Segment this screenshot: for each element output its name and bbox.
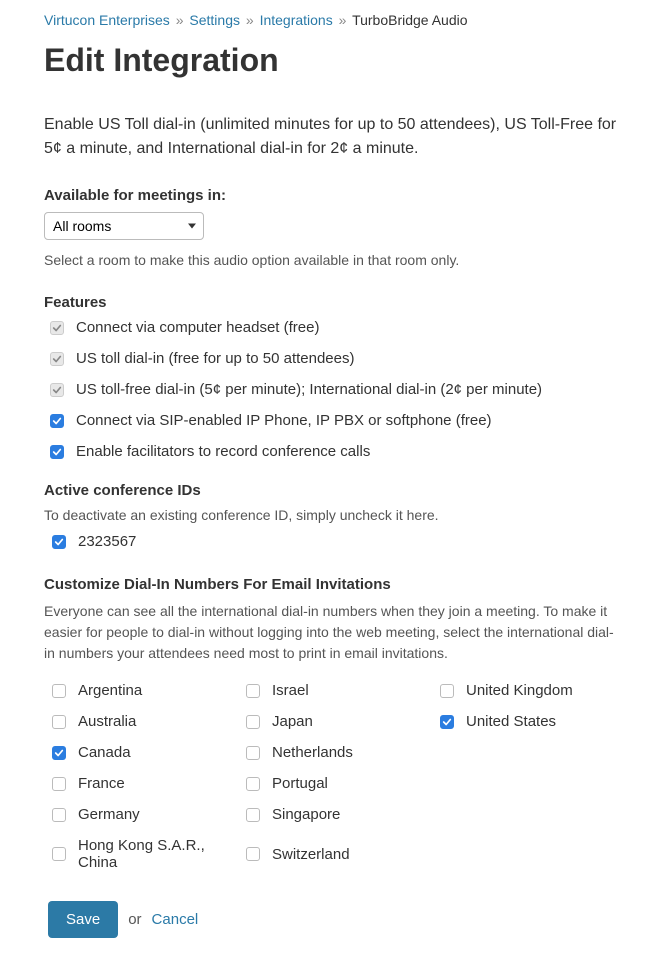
conference-id-row: 2323567 [52,533,624,550]
country-checkbox[interactable] [246,746,260,760]
country-label: Netherlands [272,744,353,761]
country-checkbox[interactable] [246,847,260,861]
feature-label: Connect via computer headset (free) [76,319,319,336]
rooms-select[interactable]: All rooms [44,212,204,240]
feature-checkbox[interactable] [50,321,64,335]
country-row: Germany [52,806,236,823]
country-row: United Kingdom [440,682,624,699]
feature-checkbox[interactable] [50,445,64,459]
country-row: Japan [246,713,430,730]
customize-label: Customize Dial-In Numbers For Email Invi… [44,576,624,593]
cancel-link[interactable]: Cancel [152,911,199,928]
country-checkbox[interactable] [246,808,260,822]
country-checkbox[interactable] [52,808,66,822]
country-checkbox[interactable] [52,777,66,791]
country-checkbox[interactable] [52,746,66,760]
available-label: Available for meetings in: [44,187,624,204]
country-label: United Kingdom [466,682,573,699]
country-checkbox[interactable] [440,715,454,729]
feature-label: Enable facilitators to record conference… [76,443,370,460]
country-row: Switzerland [246,837,430,871]
feature-label: Connect via SIP-enabled IP Phone, IP PBX… [76,412,492,429]
country-checkbox[interactable] [52,684,66,698]
breadcrumb-sep: » [339,12,347,28]
country-checkbox[interactable] [440,684,454,698]
conference-id-checkbox[interactable] [52,535,66,549]
country-row: Netherlands [246,744,430,761]
active-ids-label: Active conference IDs [44,482,624,499]
breadcrumb-settings[interactable]: Settings [189,12,240,28]
breadcrumb-org[interactable]: Virtucon Enterprises [44,12,170,28]
breadcrumb-sep: » [176,12,184,28]
country-label: Germany [78,806,140,823]
or-text: or [128,911,141,928]
feature-label: US toll-free dial-in (5¢ per minute); In… [76,381,542,398]
breadcrumb-current: TurboBridge Audio [352,12,467,28]
breadcrumb-sep: » [246,12,254,28]
country-row: France [52,775,236,792]
country-row: Portugal [246,775,430,792]
country-label: Switzerland [272,846,350,863]
feature-checkbox[interactable] [50,352,64,366]
country-label: United States [466,713,556,730]
feature-checkbox[interactable] [50,383,64,397]
available-helper: Select a room to make this audio option … [44,252,624,268]
feature-row: Enable facilitators to record conference… [50,443,624,460]
country-row: Singapore [246,806,430,823]
save-button[interactable]: Save [48,901,118,938]
country-label: Hong Kong S.A.R., China [78,837,236,871]
country-checkbox[interactable] [246,777,260,791]
country-label: Australia [78,713,136,730]
active-ids-helper: To deactivate an existing conference ID,… [44,507,624,523]
country-label: Canada [78,744,131,761]
customize-helper: Everyone can see all the international d… [44,601,624,664]
country-row: Argentina [52,682,236,699]
country-label: Singapore [272,806,340,823]
country-checkbox[interactable] [52,715,66,729]
feature-row: Connect via SIP-enabled IP Phone, IP PBX… [50,412,624,429]
feature-row: US toll-free dial-in (5¢ per minute); In… [50,381,624,398]
country-row: Australia [52,713,236,730]
country-label: Portugal [272,775,328,792]
feature-label: US toll dial-in (free for up to 50 atten… [76,350,354,367]
country-row: United States [440,713,624,730]
country-label: France [78,775,125,792]
conference-id-label: 2323567 [78,533,136,550]
country-checkbox[interactable] [246,684,260,698]
country-checkbox[interactable] [246,715,260,729]
country-label: Argentina [78,682,142,699]
feature-checkbox[interactable] [50,414,64,428]
feature-row: US toll dial-in (free for up to 50 atten… [50,350,624,367]
country-label: Israel [272,682,309,699]
country-row: Hong Kong S.A.R., China [52,837,236,871]
breadcrumb-integrations[interactable]: Integrations [260,12,333,28]
country-row: Israel [246,682,430,699]
intro-text: Enable US Toll dial-in (unlimited minute… [44,113,624,161]
features-label: Features [44,294,624,311]
country-label: Japan [272,713,313,730]
country-checkbox[interactable] [52,847,66,861]
feature-row: Connect via computer headset (free) [50,319,624,336]
page-title: Edit Integration [44,42,624,79]
breadcrumb: Virtucon Enterprises » Settings » Integr… [44,12,624,28]
country-row: Canada [52,744,236,761]
